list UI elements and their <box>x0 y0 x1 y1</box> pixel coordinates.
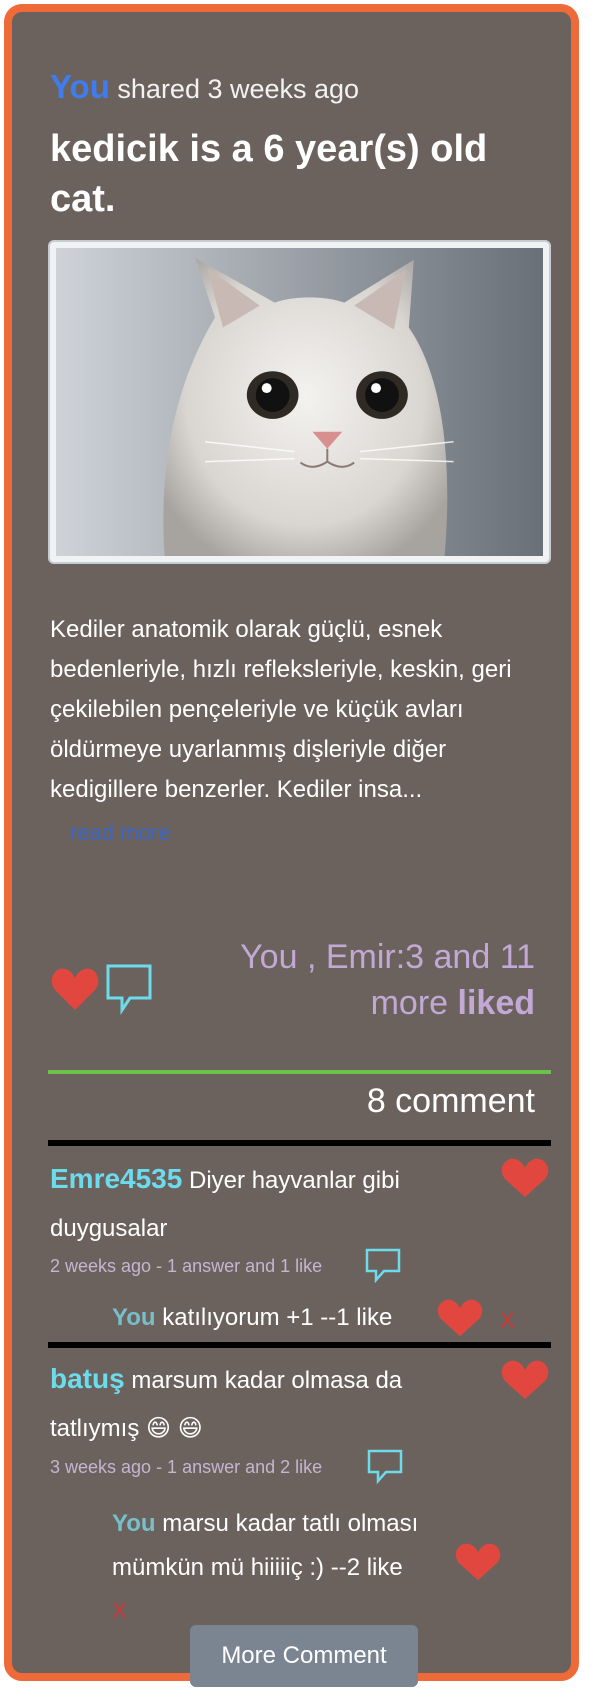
likes-liked-word: liked <box>457 984 535 1022</box>
heart-icon[interactable] <box>500 1157 550 1199</box>
post-actions-icons <box>51 964 152 1015</box>
comment-count: 8 comment <box>366 1082 535 1120</box>
divider <box>48 1070 551 1074</box>
post-header: You shared 3 weeks ago <box>50 68 359 106</box>
comment-meta: 3 weeks ago - 1 answer and 2 like <box>50 1457 323 1477</box>
heart-icon[interactable] <box>454 1542 502 1582</box>
comment-username[interactable]: batuş <box>50 1363 125 1394</box>
reply-item: You katılıyorum +1 --1 like <box>112 1304 392 1332</box>
comment-item: batuş marsum kadar olmasa da tatlıymış 😄… <box>50 1355 470 1453</box>
comment-bubble-icon[interactable] <box>106 964 152 1015</box>
more-comment-button[interactable]: More Comment <box>190 1625 418 1687</box>
delete-reply-button[interactable]: X <box>500 1308 515 1334</box>
reply-username[interactable]: You <box>112 1304 156 1331</box>
likes-more-text: more <box>370 984 449 1022</box>
comment-separator <box>48 1342 551 1348</box>
heart-icon[interactable] <box>500 1359 550 1401</box>
author-link[interactable]: You <box>50 68 110 105</box>
heart-icon[interactable] <box>51 968 99 1010</box>
comment-username[interactable]: Emre4535 <box>50 1163 182 1194</box>
post-actions <box>50 960 160 1025</box>
reply-text: katılıyorum +1 --1 like <box>162 1304 393 1331</box>
comment-meta: 2 weeks ago - 1 answer and 1 like <box>50 1256 323 1276</box>
pet-photo <box>48 240 551 564</box>
cat-photo-illustration <box>56 248 543 556</box>
reply-text: marsu kadar tatlı olması mümkün mü hiiii… <box>112 1510 419 1581</box>
shared-time: shared 3 weeks ago <box>117 74 360 104</box>
read-more-link[interactable]: read more <box>70 820 170 846</box>
delete-reply-button[interactable]: X <box>112 1598 127 1624</box>
reply-item: You marsu kadar tatlı olması mümkün mü h… <box>112 1502 442 1590</box>
post-description: Kediler anatomik olarak güçlü, esnek bed… <box>50 616 512 803</box>
heart-icon[interactable] <box>436 1298 484 1338</box>
likes-summary[interactable]: You , Emir:3 and 11 more liked <box>195 934 535 1026</box>
comment-bubble-icon[interactable] <box>364 1247 402 1283</box>
post-title: kedicik is a 6 year(s) old cat. <box>50 128 488 220</box>
comment-item: Emre4535 Diyer hayvanlar gibi duygusalar <box>50 1155 470 1253</box>
likes-line-1: You , Emir:3 and 11 <box>240 938 535 976</box>
likes-line-2: more liked <box>195 980 535 1026</box>
comment-separator <box>48 1140 551 1146</box>
post-card: You shared 3 weeks ago kedicik is a 6 ye… <box>4 4 579 1687</box>
reply-username[interactable]: You <box>112 1510 156 1537</box>
comment-bubble-icon[interactable] <box>366 1448 404 1484</box>
